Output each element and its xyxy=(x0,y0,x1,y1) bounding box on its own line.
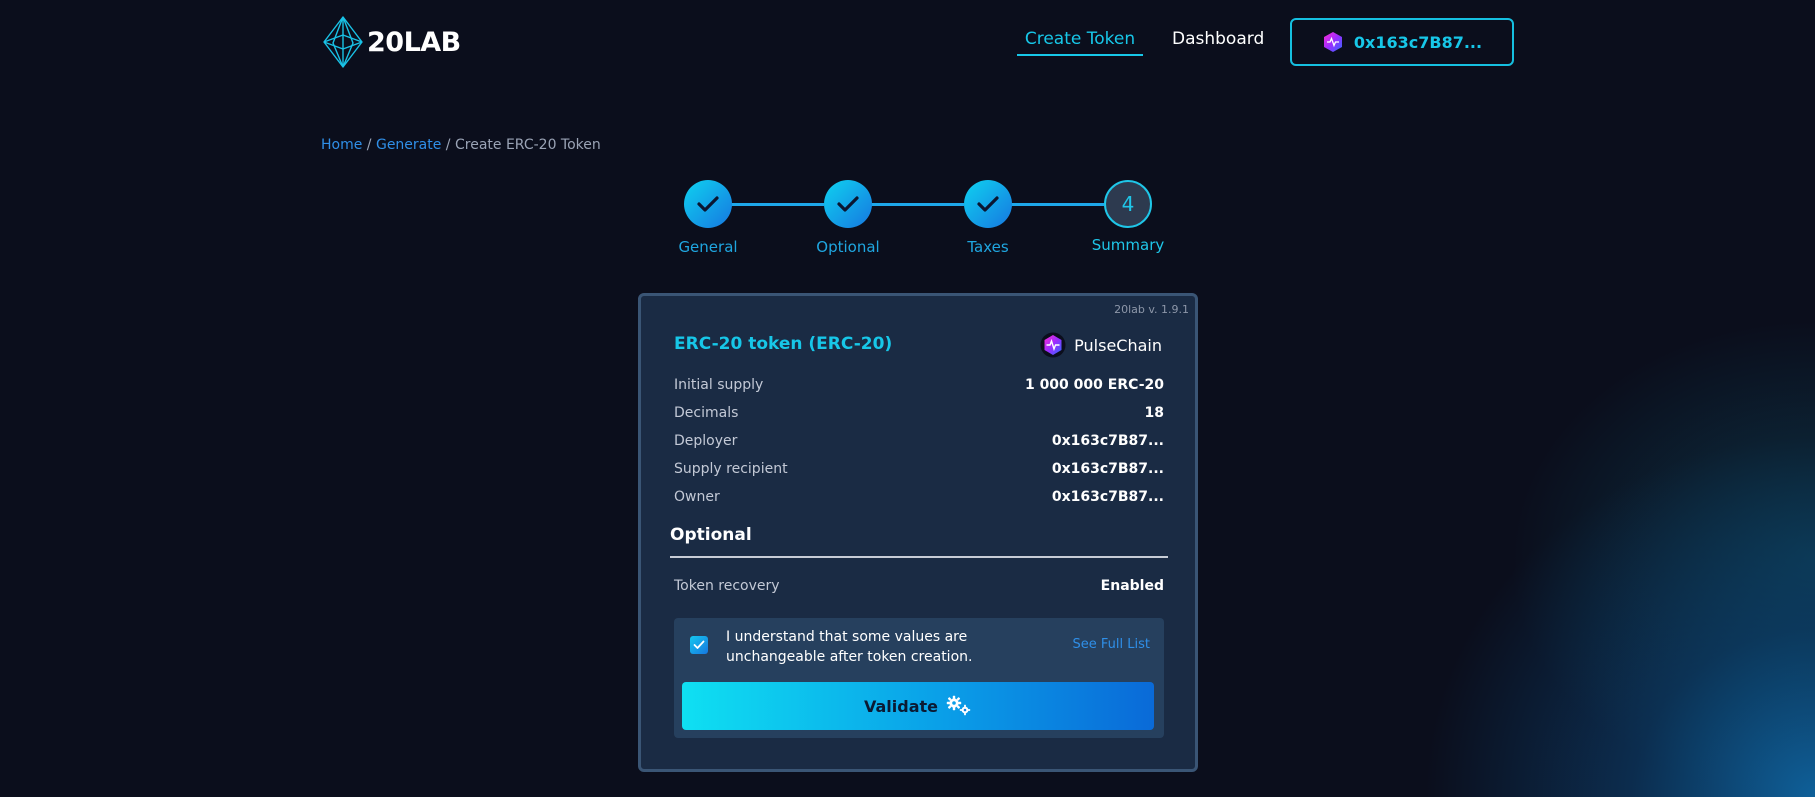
breadcrumb-current: Create ERC-20 Token xyxy=(454,137,601,153)
wallet-button[interactable]: 0x163c7B87... xyxy=(1290,18,1514,66)
step-label-optional[interactable]: Optional xyxy=(798,238,898,256)
check-icon xyxy=(977,196,999,212)
summary-row: Initial supply 1 000 000 ERC-20 xyxy=(674,375,1164,395)
optional-row-value: Enabled xyxy=(1100,578,1164,594)
validate-button[interactable]: Validate xyxy=(682,682,1154,730)
wallet-avatar-icon xyxy=(1323,32,1342,52)
summary-row-value: 0x163c7B87... xyxy=(1051,461,1164,477)
summary-row-key: Initial supply xyxy=(674,377,764,393)
summary-row-value: 18 xyxy=(1144,405,1164,421)
stepper-connector xyxy=(1010,203,1104,206)
confirm-text: I understand that some values are unchan… xyxy=(726,629,973,665)
summary-row-key: Supply recipient xyxy=(674,461,788,477)
summary-row: Decimals 18 xyxy=(674,403,1164,423)
check-icon xyxy=(837,196,859,212)
breadcrumb-generate[interactable]: Generate xyxy=(376,137,441,153)
summary-row: Owner 0x163c7B87... xyxy=(674,487,1164,507)
section-divider xyxy=(670,556,1168,558)
summary-row-value: 1 000 000 ERC-20 xyxy=(1024,377,1164,393)
summary-row-key: Decimals xyxy=(674,405,739,421)
step-label-summary: Summary xyxy=(1091,236,1165,254)
breadcrumb-separator: / xyxy=(441,137,455,153)
validate-label: Validate xyxy=(863,696,939,716)
confirmation-panel: I understand that some values are unchan… xyxy=(674,618,1164,738)
see-full-list-link[interactable]: See Full List xyxy=(1073,637,1150,652)
chain-badge: PulseChain xyxy=(1040,332,1162,358)
step-label-taxes[interactable]: Taxes xyxy=(938,238,1038,256)
nav-dashboard[interactable]: Dashboard xyxy=(1172,29,1264,56)
pulsechain-icon xyxy=(1040,332,1066,358)
breadcrumb-separator: / xyxy=(362,137,376,153)
nav-create-token[interactable]: Create Token xyxy=(1017,29,1143,56)
step-optional-circle[interactable] xyxy=(824,180,872,228)
check-icon xyxy=(697,196,719,212)
breadcrumb-home[interactable]: Home xyxy=(321,137,362,153)
wallet-address: 0x163c7B87... xyxy=(1353,32,1483,52)
step-general-circle[interactable] xyxy=(684,180,732,228)
logo[interactable]: 20LAB xyxy=(321,15,471,69)
logo-text: 20LAB xyxy=(367,26,461,58)
confirm-checkbox[interactable] xyxy=(690,636,708,654)
summary-row-key: Deployer xyxy=(674,433,738,449)
summary-row: Supply recipient 0x163c7B87... xyxy=(674,459,1164,479)
summary-row-key: Owner xyxy=(674,489,720,505)
stepper-connector xyxy=(870,203,964,206)
summary-row-value: 0x163c7B87... xyxy=(1051,433,1164,449)
step-summary-circle: 4 xyxy=(1104,180,1152,228)
summary-card: 20lab v. 1.9.1 ERC-20 token (ERC-20) Pul… xyxy=(638,293,1198,772)
gears-icon xyxy=(946,695,971,716)
stepper-connector xyxy=(730,203,824,206)
token-title: ERC-20 token (ERC-20) xyxy=(674,334,893,354)
step-label-general[interactable]: General xyxy=(658,238,758,256)
optional-row: Token recovery Enabled xyxy=(674,576,1164,596)
check-icon xyxy=(693,640,705,649)
version-label: 20lab v. 1.9.1 xyxy=(1114,303,1189,316)
summary-row: Deployer 0x163c7B87... xyxy=(674,431,1164,451)
optional-section-title: Optional xyxy=(670,525,752,545)
summary-row-value: 0x163c7B87... xyxy=(1051,489,1164,505)
logo-diamond-icon xyxy=(323,16,363,68)
step-taxes-circle[interactable] xyxy=(964,180,1012,228)
breadcrumb: Home / Generate / Create ERC-20 Token xyxy=(321,137,601,153)
chain-name: PulseChain xyxy=(1074,335,1162,355)
optional-row-key: Token recovery xyxy=(674,578,780,594)
